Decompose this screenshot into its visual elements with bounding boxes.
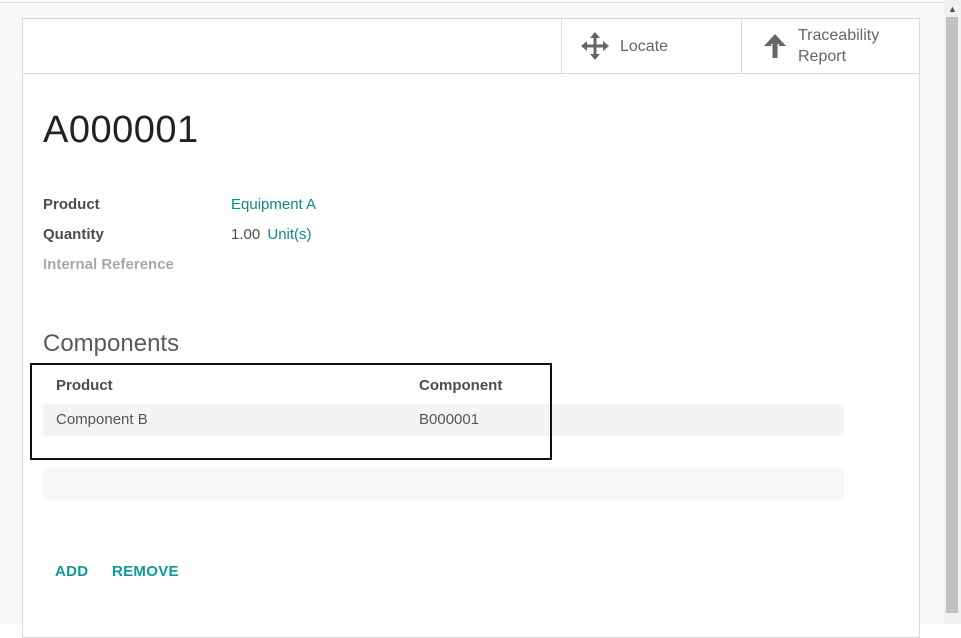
column-header-component[interactable]: Component <box>419 377 502 394</box>
internal-reference-label: Internal Reference <box>43 256 174 273</box>
form-sheet: Locate Traceability Report A000001 Produ… <box>22 18 920 638</box>
product-field-value[interactable]: Equipment A <box>231 196 316 213</box>
arrows-move-icon <box>580 31 610 61</box>
traceability-label-line1: Traceability <box>798 27 880 44</box>
row-product-cell: Component B <box>56 411 148 428</box>
smart-button-box: Locate Traceability Report <box>23 19 919 74</box>
remove-button[interactable]: REMOVE <box>112 563 179 580</box>
quantity-uom-link[interactable]: Unit(s) <box>267 226 311 243</box>
column-header-product[interactable]: Product <box>56 377 113 394</box>
scroll-up-arrow-icon[interactable]: ▲ <box>944 0 961 17</box>
vertical-scrollbar[interactable]: ▲ <box>944 0 961 624</box>
row-component-cell: B000001 <box>419 411 480 428</box>
quantity-number: 1.00 <box>231 226 261 243</box>
traceability-label-line2: Report <box>798 48 847 65</box>
traceability-report-button[interactable]: Traceability Report <box>741 19 920 73</box>
add-button[interactable]: ADD <box>55 563 88 580</box>
lot-name-title: A000001 <box>43 109 199 151</box>
locate-label: Locate <box>620 37 669 55</box>
components-section-title: Components <box>43 330 180 357</box>
table-row[interactable]: Component B B000001 <box>43 404 844 436</box>
locate-button[interactable]: Locate <box>561 19 741 73</box>
empty-table-row <box>43 468 844 500</box>
traceability-report-label: Traceability Report <box>798 25 879 67</box>
top-divider <box>0 2 944 3</box>
quantity-field-value: 1.00 Unit(s) <box>231 226 312 243</box>
arrow-up-icon <box>760 31 790 61</box>
product-field-label: Product <box>43 196 100 213</box>
quantity-field-label: Quantity <box>43 226 104 243</box>
scrollbar-thumb[interactable] <box>946 17 958 613</box>
